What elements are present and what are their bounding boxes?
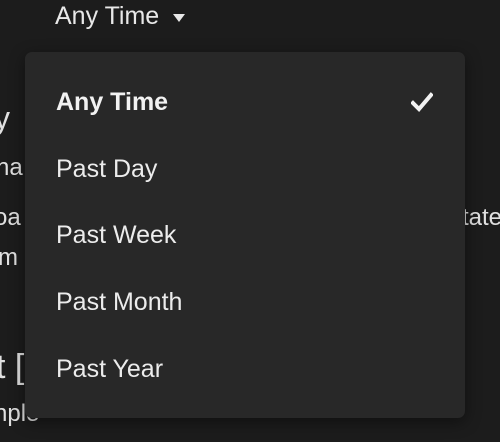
menu-item-label: Any Time	[56, 87, 169, 116]
time-filter-dropdown-trigger[interactable]: Any Time	[55, 2, 186, 31]
page: y na oa tate m I t [ nple Any Time Any T…	[0, 0, 500, 442]
menu-item-past-week[interactable]: Past Week	[56, 215, 433, 255]
caret-down-icon	[173, 13, 186, 22]
menu-item-past-day[interactable]: Past Day	[56, 149, 433, 189]
menu-item-past-month[interactable]: Past Month	[56, 282, 433, 322]
background-text: na	[0, 154, 23, 181]
menu-item-label: Past Month	[56, 287, 183, 316]
menu-item-label: Past Day	[56, 154, 158, 183]
background-heading: y	[0, 100, 10, 136]
menu-item-any-time[interactable]: Any Time	[56, 82, 433, 122]
background-heading: t [	[0, 348, 25, 386]
menu-item-label: Past Year	[56, 354, 164, 383]
time-filter-menu: Any Time Past Day Past Week Past Month P…	[25, 52, 465, 418]
background-text: tate	[462, 204, 500, 231]
time-filter-selected-label: Any Time	[55, 2, 160, 30]
menu-item-past-year[interactable]: Past Year	[56, 349, 433, 389]
background-text: oa	[0, 204, 21, 231]
menu-item-label: Past Week	[56, 220, 177, 249]
checkmark-icon	[411, 92, 433, 112]
